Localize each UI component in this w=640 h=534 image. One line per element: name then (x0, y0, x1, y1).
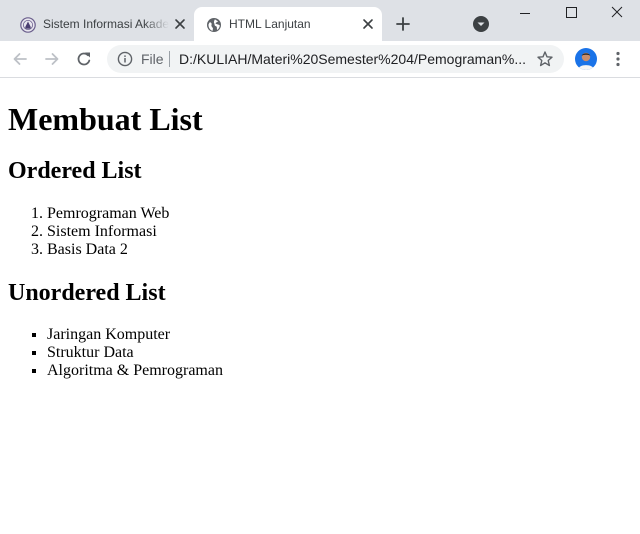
tab-html-lanjutan[interactable]: HTML Lanjutan (194, 7, 382, 41)
ordered-list: Pemrograman Web Sistem Informasi Basis D… (8, 205, 169, 259)
file-scheme-label: File (141, 51, 164, 67)
tab-title: HTML Lanjutan (229, 17, 311, 31)
ordered-list-heading: Ordered List (8, 158, 142, 184)
forward-arrow-icon[interactable] (42, 49, 62, 69)
new-tab-plus-icon[interactable] (393, 14, 413, 34)
ordered-list-item: Sistem Informasi (47, 223, 169, 241)
unordered-list-heading: Unordered List (8, 280, 166, 306)
unordered-list-item: Jaringan Komputer (47, 326, 223, 344)
page-content: Membuat List Ordered List Pemrograman We… (0, 78, 640, 534)
minimize-window-icon[interactable] (502, 0, 548, 28)
globe-icon (206, 17, 222, 33)
tab-search-dropdown-icon[interactable] (471, 14, 491, 34)
close-icon[interactable] (360, 16, 376, 32)
bookmark-star-icon[interactable] (536, 50, 554, 68)
url-text[interactable]: D:/KULIAH/Materi%20Semester%204/Pemogram… (179, 51, 525, 67)
unordered-list-item: Struktur Data (47, 344, 223, 362)
close-icon[interactable] (172, 16, 188, 32)
more-vertical-icon[interactable] (608, 49, 628, 69)
unordered-list-item: Algoritma & Pemrograman (47, 362, 223, 380)
ordered-list-item: Basis Data 2 (47, 241, 169, 259)
info-icon[interactable] (117, 51, 133, 67)
page-title: Membuat List (8, 101, 203, 137)
profile-avatar-icon[interactable] (575, 48, 597, 70)
unordered-list: Jaringan Komputer Struktur Data Algoritm… (8, 326, 223, 380)
reload-icon[interactable] (74, 49, 94, 69)
university-logo-icon (20, 17, 36, 33)
close-window-icon[interactable] (594, 0, 640, 28)
ordered-list-item: Pemrograman Web (47, 205, 169, 223)
tab-strip: Sistem Informasi Akademik HTML Lanjutan (0, 0, 640, 41)
back-arrow-icon[interactable] (10, 49, 30, 69)
tab-title: Sistem Informasi Akademik (43, 17, 169, 31)
address-bar[interactable]: File D:/KULIAH/Materi%20Semester%204/Pem… (107, 45, 564, 73)
browser-toolbar: File D:/KULIAH/Materi%20Semester%204/Pem… (0, 41, 640, 78)
maximize-window-icon[interactable] (548, 0, 594, 28)
address-divider (169, 51, 170, 67)
tab-sistem-informasi[interactable]: Sistem Informasi Akademik (8, 7, 194, 41)
